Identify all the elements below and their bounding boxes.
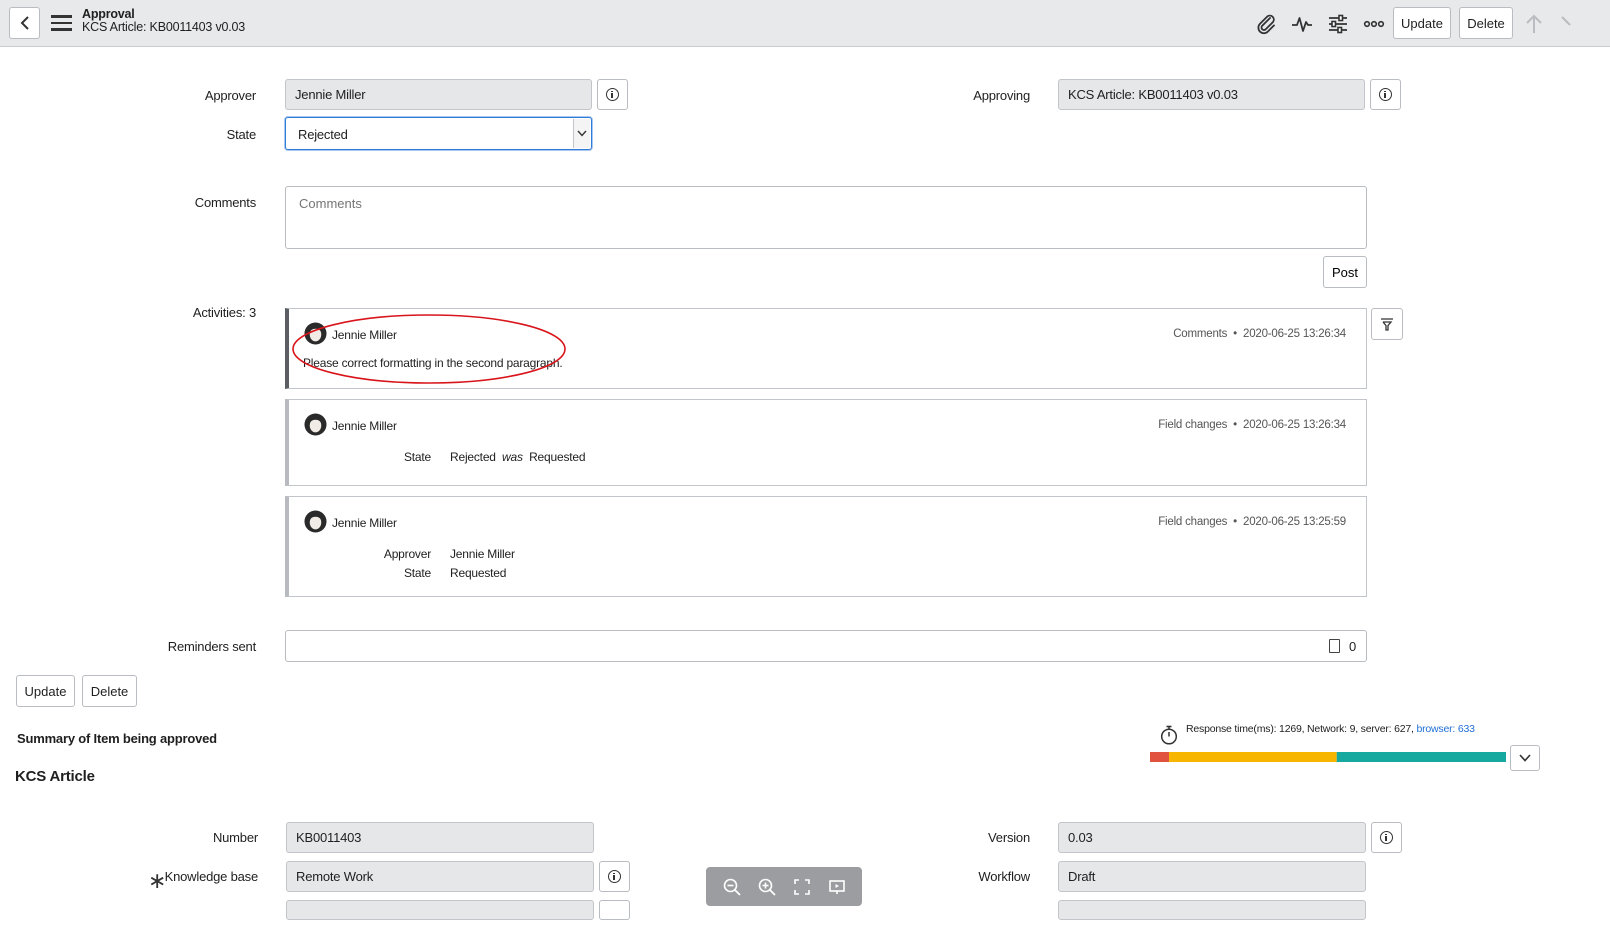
fit-screen-icon[interactable] bbox=[791, 876, 813, 898]
version-label: Version bbox=[988, 830, 1030, 845]
field-change-value: Jennie Miller bbox=[450, 547, 515, 561]
activities-label: Activities: 3 bbox=[192, 305, 256, 320]
avatar bbox=[304, 510, 327, 533]
settings-sliders-icon[interactable] bbox=[1326, 12, 1350, 36]
response-time-bar bbox=[1150, 752, 1506, 762]
more-options-icon[interactable] bbox=[1362, 12, 1386, 36]
funnel-icon bbox=[1381, 318, 1393, 331]
reminders-field[interactable]: 0 bbox=[285, 630, 1367, 662]
arrow-up-icon[interactable] bbox=[1522, 12, 1546, 36]
info-icon bbox=[1380, 831, 1393, 844]
next-row-info-button[interactable] bbox=[599, 900, 630, 920]
response-bar-segment-browser bbox=[1336, 752, 1506, 762]
activity-meta: Field changes • 2020-06-25 13:25:59 bbox=[1158, 516, 1346, 528]
state-select[interactable]: Rejected bbox=[285, 117, 592, 150]
avatar bbox=[304, 413, 327, 436]
delete-button[interactable]: Delete bbox=[82, 675, 137, 707]
chevron-left-icon bbox=[20, 16, 29, 30]
form-header: Approval KCS Article: KB0011403 v0.03 Up… bbox=[0, 0, 1610, 47]
header-update-button[interactable]: Update bbox=[1393, 7, 1451, 39]
activity-meta: Comments • 2020-06-25 13:26:34 bbox=[1173, 328, 1346, 340]
approver-info-button[interactable] bbox=[597, 79, 628, 110]
chevron-down-icon[interactable] bbox=[573, 119, 590, 148]
state-selected-value: Rejected bbox=[298, 127, 348, 142]
knowledge-base-info-button[interactable] bbox=[599, 861, 630, 892]
next-row-field[interactable] bbox=[1058, 900, 1366, 920]
response-bar-segment-server bbox=[1169, 752, 1337, 762]
back-button[interactable] bbox=[9, 7, 40, 39]
response-bar-segment-network bbox=[1150, 752, 1170, 762]
state-label: State bbox=[226, 127, 257, 142]
approving-info-button[interactable] bbox=[1370, 79, 1401, 110]
field-change-name: Approver bbox=[383, 547, 431, 561]
activity-meta: Field changes • 2020-06-25 13:26:34 bbox=[1158, 419, 1346, 431]
approving-field[interactable]: KCS Article: KB0011403 v0.03 bbox=[1058, 79, 1365, 110]
version-field[interactable]: 0.03 bbox=[1058, 822, 1366, 853]
comments-label: Comments bbox=[194, 195, 256, 210]
post-button[interactable]: Post bbox=[1323, 256, 1367, 288]
activity-filter-button[interactable] bbox=[1371, 308, 1403, 340]
zoom-in-icon[interactable] bbox=[756, 876, 778, 898]
presentation-icon[interactable] bbox=[826, 876, 848, 898]
version-info-button[interactable] bbox=[1371, 822, 1402, 853]
approving-label: Approving bbox=[973, 88, 1030, 103]
highlight-ring bbox=[292, 314, 566, 384]
header-delete-button[interactable]: Delete bbox=[1459, 7, 1513, 39]
section-title: KCS Article bbox=[15, 768, 95, 785]
browser-time-link[interactable]: browser: 633 bbox=[1416, 723, 1475, 735]
hamburger-menu-icon[interactable] bbox=[51, 15, 72, 31]
arrow-down-icon[interactable] bbox=[1556, 12, 1580, 36]
field-change-name: State bbox=[403, 566, 431, 580]
knowledge-base-field[interactable]: Remote Work bbox=[286, 861, 594, 892]
activity-user: Jennie Miller bbox=[332, 516, 397, 530]
number-field[interactable]: KB0011403 bbox=[286, 822, 594, 853]
info-icon bbox=[606, 88, 619, 101]
response-time-text: Response time(ms): 1269, Network: 9, ser… bbox=[1186, 723, 1475, 735]
reminders-label: Reminders sent bbox=[167, 639, 256, 654]
info-icon bbox=[1379, 88, 1392, 101]
comments-input[interactable] bbox=[285, 186, 1367, 249]
expand-timing-button[interactable] bbox=[1510, 745, 1540, 771]
next-row-field[interactable] bbox=[286, 900, 594, 920]
field-change-value: Requested bbox=[450, 566, 507, 580]
field-change-name: State bbox=[403, 450, 431, 464]
viewer-toolbar bbox=[706, 867, 862, 906]
activity-card: Jennie Miller Field changes • 2020-06-25… bbox=[285, 399, 1367, 486]
record-display-value: KCS Article: KB0011403 v0.03 bbox=[82, 20, 246, 34]
chevron-down-icon bbox=[1519, 754, 1531, 762]
approver-label: Approver bbox=[204, 88, 256, 103]
workflow-field[interactable]: Draft bbox=[1058, 861, 1366, 892]
workflow-label: Workflow bbox=[978, 869, 1030, 884]
activity-user: Jennie Miller bbox=[332, 419, 397, 433]
activity-card: Jennie Miller Field changes • 2020-06-25… bbox=[285, 496, 1367, 597]
field-change-value: Rejected was Requested bbox=[450, 450, 586, 464]
activity-pulse-icon[interactable] bbox=[1290, 12, 1314, 36]
knowledge-base-label: Knowledge base bbox=[164, 869, 259, 884]
approver-field[interactable]: Jennie Miller bbox=[285, 79, 592, 110]
page-title: Approval KCS Article: KB0011403 v0.03 bbox=[82, 8, 245, 34]
zoom-out-icon[interactable] bbox=[721, 876, 743, 898]
update-button[interactable]: Update bbox=[16, 675, 75, 707]
paperclip-icon[interactable] bbox=[1254, 12, 1278, 36]
summary-heading: Summary of Item being approved bbox=[17, 731, 217, 746]
info-icon bbox=[608, 870, 621, 883]
document-icon bbox=[1329, 639, 1340, 653]
reminders-count: 0 bbox=[1348, 639, 1356, 654]
stopwatch-icon bbox=[1160, 725, 1178, 745]
number-label: Number bbox=[212, 830, 258, 845]
